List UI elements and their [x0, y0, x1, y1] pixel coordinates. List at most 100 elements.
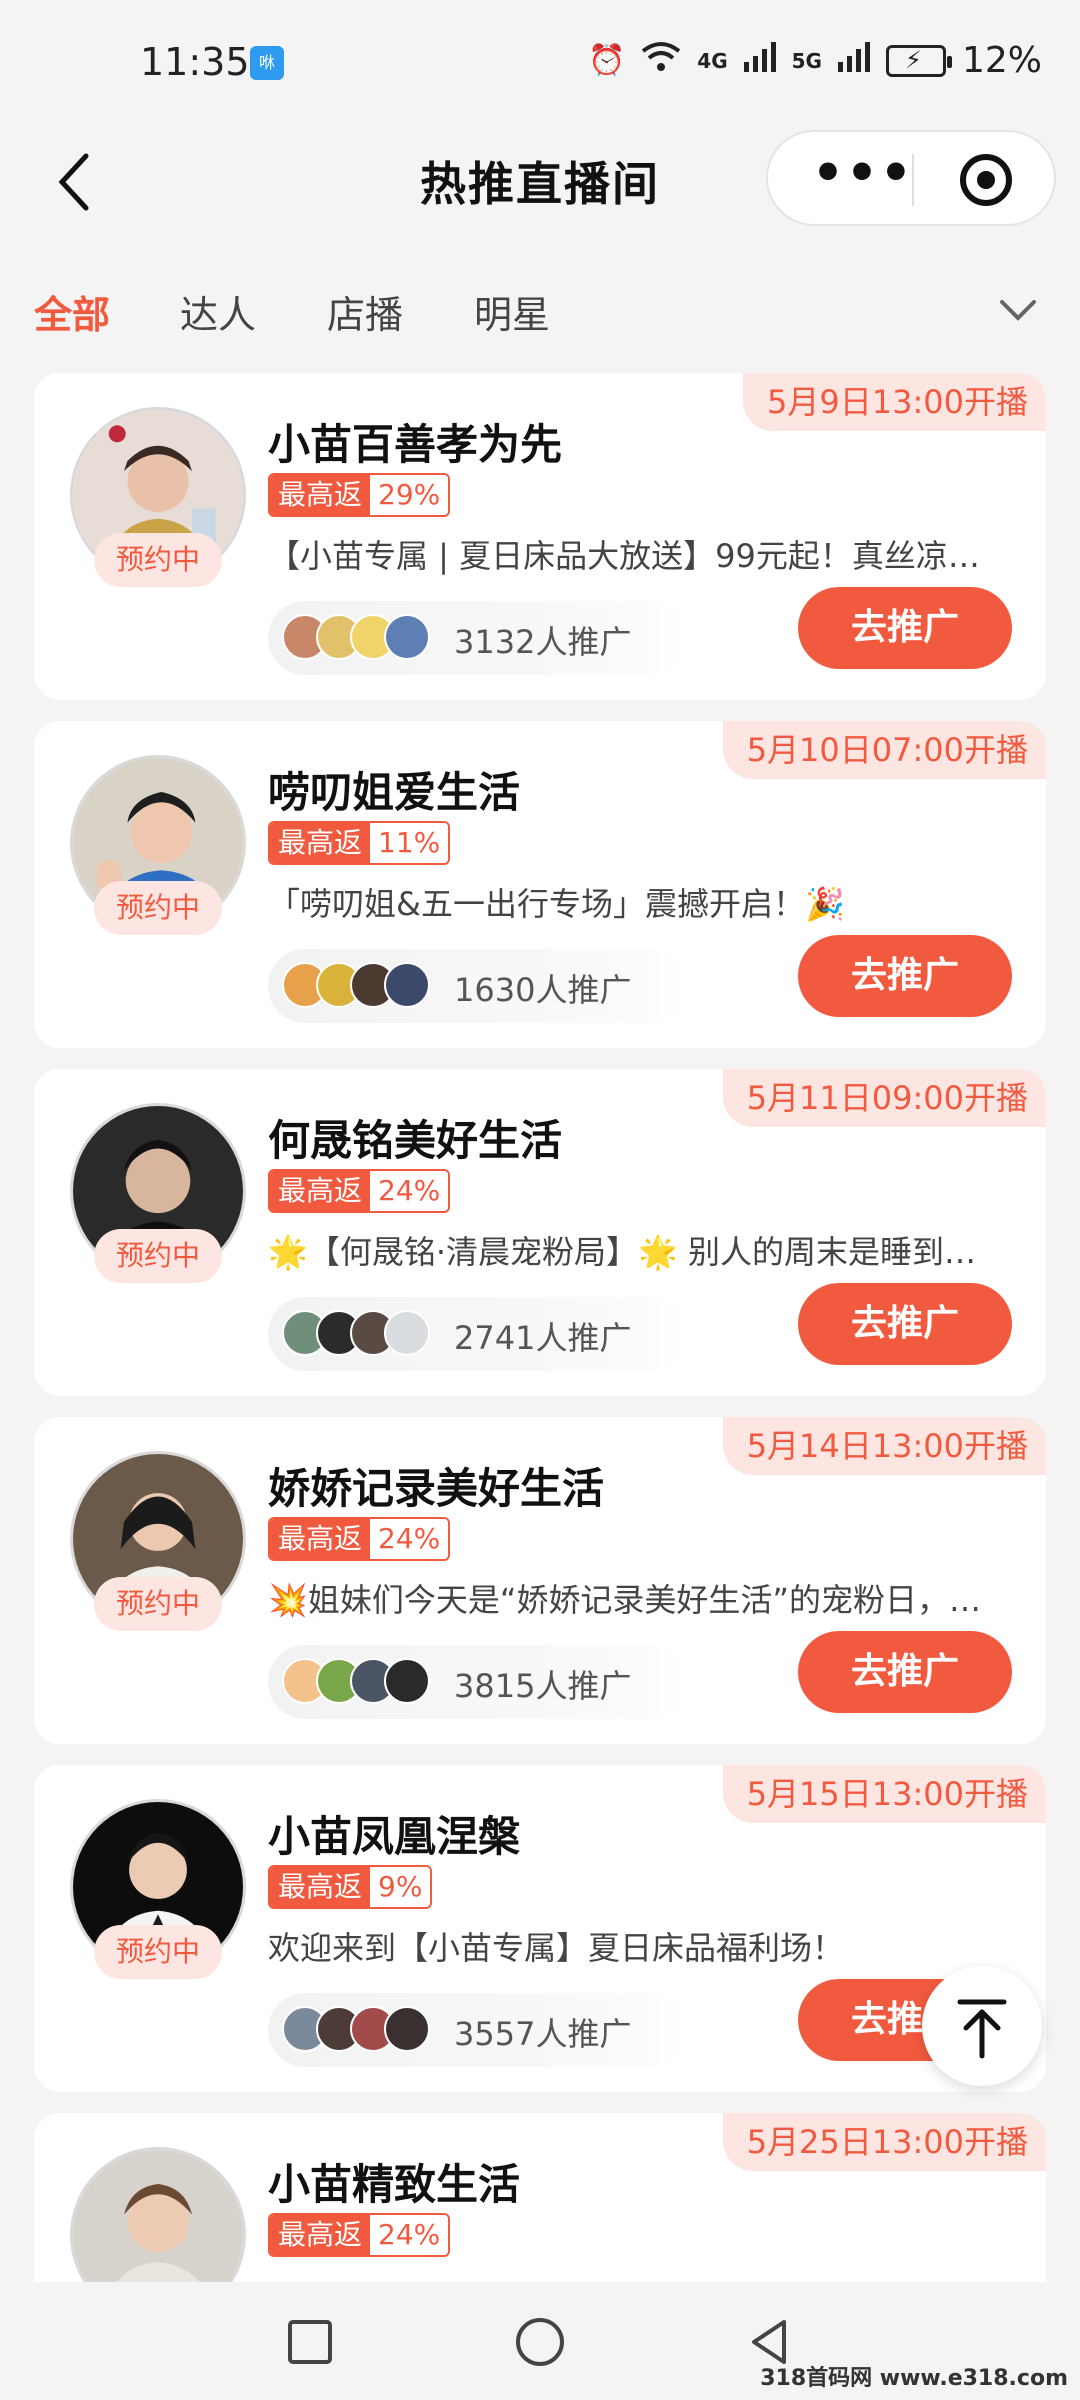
circle-icon: [516, 2318, 564, 2366]
promoter-row: 1630人推广: [268, 949, 688, 1023]
rebate-badge: 最高返 29%: [268, 473, 451, 517]
rebate-value: 24%: [370, 2215, 449, 2255]
host-name: 小苗精致生活: [268, 2160, 521, 2209]
rebate-value: 11%: [370, 823, 449, 863]
promoter-avatars: [282, 614, 430, 660]
rebate-label: 最高返: [270, 1171, 371, 1211]
system-nav-bar: 318首码网 www.e318.com: [0, 2282, 1080, 2400]
host-name: 小苗百善孝为先: [268, 420, 563, 469]
live-description: 🌟【何晟铭·清晨宠粉局】🌟 别人的周末是睡到…: [268, 1233, 977, 1271]
tab-celebrity[interactable]: 明星: [474, 284, 550, 339]
status-icons: ⏰ 4G 5G ⚡ 12%: [588, 40, 1042, 81]
more-menu-button[interactable]: •••: [812, 144, 914, 202]
promoter-avatars: [282, 962, 430, 1008]
reserve-status-badge: 预约中: [94, 1925, 222, 1979]
rebate-value: 24%: [370, 1171, 449, 1211]
rebate-badge: 最高返 24%: [268, 1517, 451, 1561]
signal-icon: [743, 41, 776, 80]
live-room-card[interactable]: 5月10日07:00开播 预约中 唠叨姐爱生活 最高返 11% 「唠叨姐&五一出…: [34, 721, 1046, 1048]
rebate-label: 最高返: [270, 475, 371, 515]
start-time-tag: 5月9日13:00开播: [743, 373, 1046, 431]
rebate-badge: 最高返 9%: [268, 1865, 433, 1909]
tab-store-live[interactable]: 店播: [327, 284, 403, 339]
site-watermark: 318首码网 www.e318.com: [760, 2366, 1068, 2391]
category-tabs: 全部 达人 店播 明星: [0, 270, 1080, 350]
promoter-avatar: [384, 1658, 430, 1704]
promoter-avatar: [384, 1310, 430, 1356]
wifi-icon: [641, 41, 681, 81]
capsule-divider: [912, 154, 914, 206]
app-notification-icon: 咻: [250, 46, 284, 80]
rebate-label: 最高返: [270, 1867, 371, 1907]
promoter-avatars: [282, 2006, 430, 2052]
start-time-tag: 5月25日13:00开播: [722, 2113, 1046, 2171]
promoter-count: 2741人推广: [454, 1319, 632, 1357]
status-bar: 11:35 咻 ⏰ 4G 5G ⚡ 12%: [0, 0, 1080, 130]
start-time-tag: 5月10日07:00开播: [722, 721, 1046, 779]
promoter-row: 3557人推广: [268, 1993, 688, 2067]
start-time-tag: 5月15日13:00开播: [722, 1765, 1046, 1823]
back-to-top-button[interactable]: [922, 1966, 1042, 2086]
promoter-count: 3132人推广: [454, 623, 632, 661]
alarm-icon: ⏰: [587, 43, 626, 78]
promoter-avatar: [384, 962, 430, 1008]
promoter-count: 1630人推广: [454, 971, 632, 1009]
promoter-count: 3557人推广: [454, 2015, 632, 2053]
rebate-badge: 最高返 24%: [268, 2213, 451, 2257]
network-4g-label: 4G: [697, 48, 728, 73]
live-room-card[interactable]: 5月9日13:00开播 预约中 小苗百善孝为先 最高返 29% 【小苗专属 | …: [34, 373, 1046, 700]
live-description: 【小苗专属 | 夏日床品大放送】99元起！真丝凉…: [268, 537, 980, 575]
arrow-up-icon: [957, 1999, 1007, 2059]
reserve-status-badge: 预约中: [94, 881, 222, 935]
live-room-card[interactable]: 5月15日13:00开播 预约中 小苗凤凰涅槃 最高返 9% 欢迎来到【小苗专属…: [34, 1765, 1046, 2092]
rebate-value: 9%: [370, 1867, 431, 1907]
status-time: 11:35: [140, 40, 250, 84]
host-avatar[interactable]: 预约中: [70, 1451, 246, 1631]
rebate-value: 24%: [370, 1519, 449, 1559]
rebate-label: 最高返: [270, 2215, 371, 2255]
promoter-avatars: [282, 1658, 430, 1704]
host-avatar[interactable]: 预约中: [70, 1103, 246, 1283]
rebate-badge: 最高返 24%: [268, 1169, 451, 1213]
tab-all[interactable]: 全部: [34, 284, 110, 339]
rebate-label: 最高返: [270, 823, 371, 863]
promoter-avatar: [384, 614, 430, 660]
reserve-status-badge: 预约中: [94, 1577, 222, 1631]
live-description: 💥姐妹们今天是“娇娇记录美好生活”的宠粉日，…: [268, 1581, 982, 1619]
live-description: 「唠叨姐&五一出行专场」震撼开启！🎉: [268, 885, 845, 923]
miniprogram-capsule: •••: [766, 130, 1056, 226]
start-time-tag: 5月14日13:00开播: [722, 1417, 1046, 1475]
promoter-count: 3815人推广: [454, 1667, 632, 1705]
recent-apps-button[interactable]: [280, 2312, 340, 2372]
host-name: 唠叨姐爱生活: [268, 768, 521, 817]
live-room-card[interactable]: 5月14日13:00开播 预约中 娇娇记录美好生活 最高返 24% 💥姐妹们今天…: [34, 1417, 1046, 1744]
rebate-label: 最高返: [270, 1519, 371, 1559]
home-button[interactable]: [510, 2312, 570, 2372]
host-name: 何晟铭美好生活: [268, 1116, 563, 1165]
promoter-row: 2741人推广: [268, 1297, 688, 1371]
rebate-badge: 最高返 11%: [268, 821, 451, 865]
promote-button[interactable]: 去推广: [798, 935, 1012, 1017]
battery-percent: 12%: [961, 40, 1042, 81]
host-avatar[interactable]: 预约中: [70, 1799, 246, 1979]
host-name: 娇娇记录美好生活: [268, 1464, 605, 1513]
live-room-list: 5月9日13:00开播 预约中 小苗百善孝为先 最高返 29% 【小苗专属 | …: [34, 373, 1046, 2400]
promoter-avatar: [384, 2006, 430, 2052]
promote-button[interactable]: 去推广: [798, 1631, 1012, 1713]
host-avatar[interactable]: 预约中: [70, 407, 246, 587]
promote-button[interactable]: 去推广: [798, 587, 1012, 669]
promoter-row: 3132人推广: [268, 601, 688, 675]
close-miniprogram-icon[interactable]: [960, 154, 1012, 206]
promote-button[interactable]: 去推广: [798, 1283, 1012, 1365]
host-avatar[interactable]: 预约中: [70, 755, 246, 935]
live-description: 欢迎来到【小苗专属】夏日床品福利场！: [268, 1929, 845, 1967]
promoter-row: 3815人推广: [268, 1645, 688, 1719]
live-room-card[interactable]: 5月11日09:00开播 预约中 何晟铭美好生活 最高返 24% 🌟【何晟铭·清…: [34, 1069, 1046, 1396]
host-name: 小苗凤凰涅槃: [268, 1812, 521, 1861]
promoter-avatars: [282, 1310, 430, 1356]
reserve-status-badge: 预约中: [94, 1229, 222, 1283]
reserve-status-badge: 预约中: [94, 533, 222, 587]
chevron-down-icon[interactable]: [996, 290, 1040, 330]
tab-influencer[interactable]: 达人: [180, 284, 256, 339]
battery-icon: ⚡: [885, 44, 952, 77]
